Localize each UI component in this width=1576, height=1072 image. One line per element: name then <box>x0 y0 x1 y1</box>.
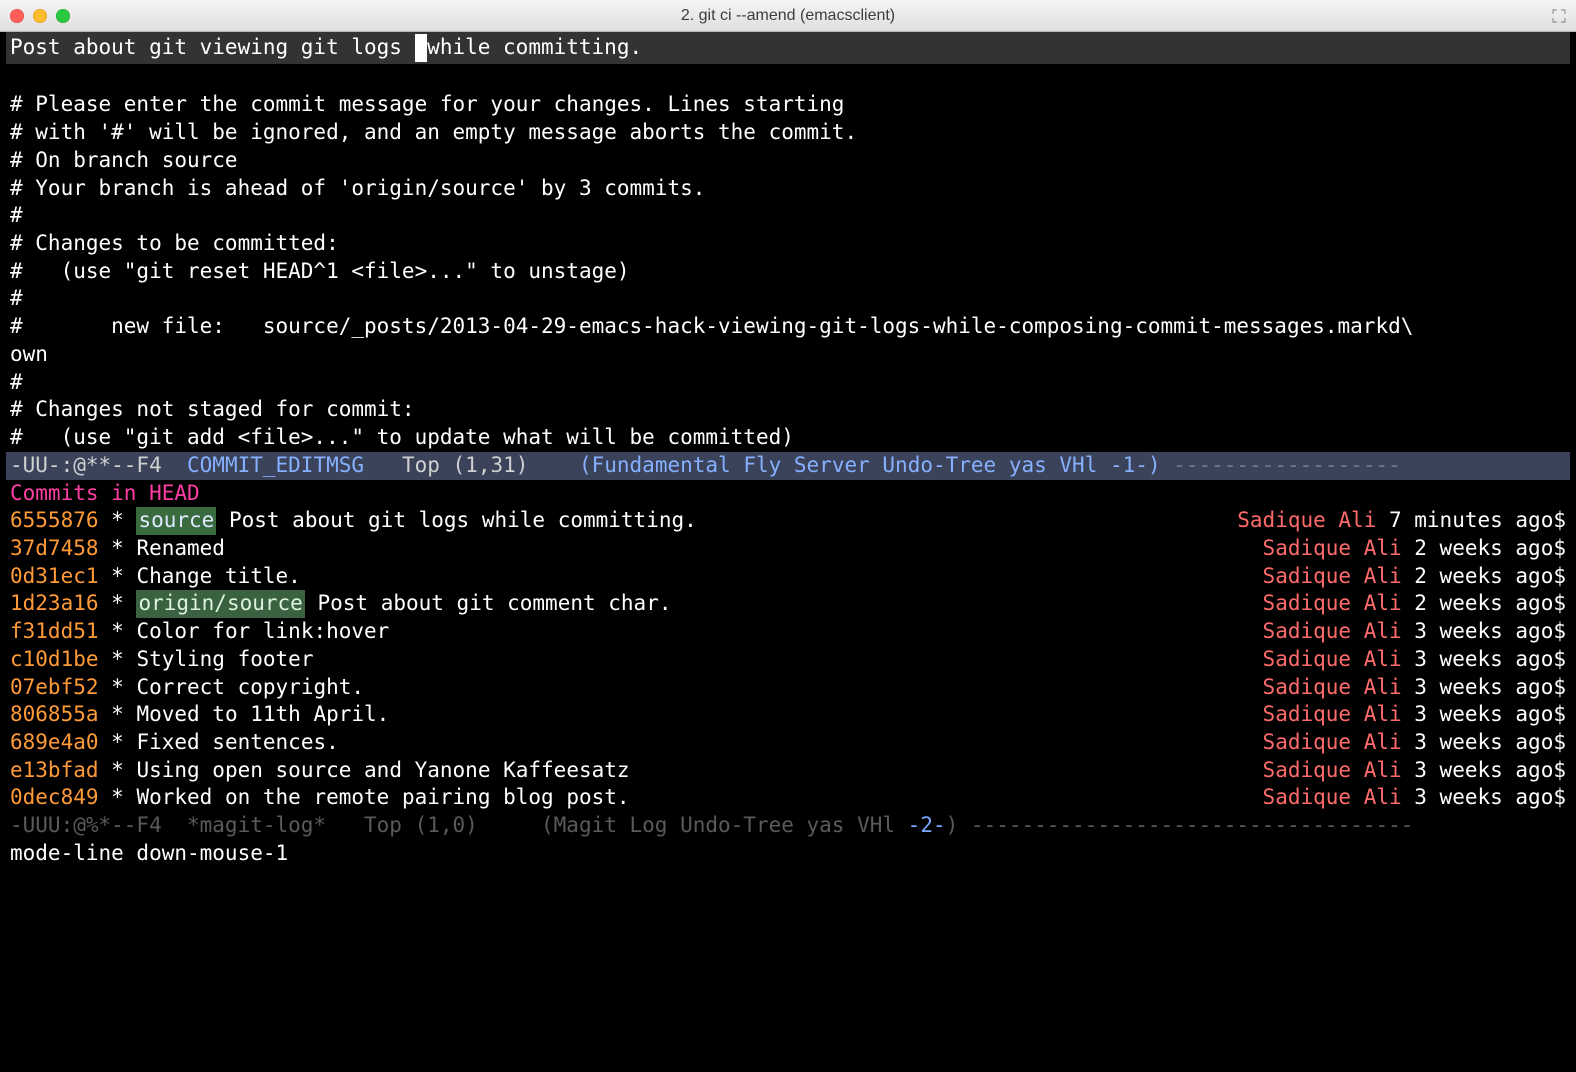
commit-age: 2 weeks ago$ <box>1402 590 1566 618</box>
commit-row[interactable]: f31dd51 * Color for link:hover Sadique Al… <box>6 618 1570 646</box>
commit-message: Fixed sentences. <box>136 729 338 757</box>
graph-marker: * <box>99 507 137 535</box>
commit-age: 7 minutes ago$ <box>1376 507 1566 535</box>
magit-log-list[interactable]: 6555876 * source Post about git logs whi… <box>6 507 1570 812</box>
commit-author: Sadique Ali <box>1263 701 1402 729</box>
ref-label: origin/source <box>136 590 304 618</box>
modeline-status: -UU-:@**--F4 <box>10 453 187 477</box>
commit-hash: 6555876 <box>10 507 99 535</box>
modeline-bottom-after: ) <box>946 813 971 837</box>
window-title: 2. git ci --amend (emacsclient) <box>0 5 1576 26</box>
echo-area: mode-line down-mouse-1 <box>6 840 1570 868</box>
commit-author: Sadique Ali <box>1263 757 1402 785</box>
fullscreen-icon[interactable] <box>1550 7 1568 25</box>
text-cursor <box>415 34 428 62</box>
commit-author: Sadique Ali <box>1263 618 1402 646</box>
commit-row[interactable]: 806855a * Moved to 11th April. Sadique Al… <box>6 701 1570 729</box>
modeline-bottom-num: -2- <box>908 813 946 837</box>
graph-marker: * <box>99 563 137 591</box>
commit-age: 3 weeks ago$ <box>1402 784 1566 812</box>
commit-age: 3 weeks ago$ <box>1402 729 1566 757</box>
graph-marker: * <box>99 784 137 812</box>
commit-age: 3 weeks ago$ <box>1402 646 1566 674</box>
modeline-top[interactable]: -UU-:@**--F4 COMMIT_EDITMSG Top (1,31) (… <box>6 452 1570 480</box>
commit-author: Sadique Ali <box>1263 535 1402 563</box>
commit-hash: 0d31ec1 <box>10 563 99 591</box>
commit-age: 2 weeks ago$ <box>1402 535 1566 563</box>
commit-message: Styling footer <box>136 646 313 674</box>
commit-hash: 0dec849 <box>10 784 99 812</box>
commit-hash: e13bfad <box>10 757 99 785</box>
commit-hash: 07ebf52 <box>10 674 99 702</box>
window-titlebar: 2. git ci --amend (emacsclient) <box>0 0 1576 32</box>
modeline-bottom-fill: ----------------------------------- <box>971 813 1414 837</box>
ref-label: source <box>136 507 216 535</box>
modeline-bottom-left: -UUU:@%*--F4 *magit-log* Top (1,0) (Magi… <box>10 813 908 837</box>
commit-age: 3 weeks ago$ <box>1402 757 1566 785</box>
commit-row[interactable]: 0dec849 * Worked on the remote pairing b… <box>6 784 1570 812</box>
commit-message: Color for link:hover <box>136 618 389 646</box>
close-icon[interactable] <box>10 9 24 23</box>
graph-marker: * <box>99 535 137 563</box>
commit-age: 3 weeks ago$ <box>1402 618 1566 646</box>
commit-message-line[interactable]: Post about git viewing git logs while co… <box>6 32 1570 64</box>
graph-marker: * <box>99 646 137 674</box>
commit-message: Using open source and Yanone Kaffeesatz <box>136 757 629 785</box>
commit-hash: f31dd51 <box>10 618 99 646</box>
commit-hash: 1d23a16 <box>10 590 99 618</box>
commit-author: Sadique Ali <box>1263 646 1402 674</box>
modeline-bottom[interactable]: -UUU:@%*--F4 *magit-log* Top (1,0) (Magi… <box>6 812 1570 840</box>
graph-marker: * <box>99 701 137 729</box>
modeline-modes: (Fundamental Fly Server Undo-Tree yas VH… <box>579 453 1161 477</box>
commit-row[interactable]: 6555876 * source Post about git logs whi… <box>6 507 1570 535</box>
zoom-icon[interactable] <box>56 9 70 23</box>
graph-marker: * <box>99 590 137 618</box>
commit-age: 2 weeks ago$ <box>1402 563 1566 591</box>
traffic-lights <box>10 9 70 23</box>
commit-row[interactable]: 689e4a0 * Fixed sentences. Sadique Ali 3 … <box>6 729 1570 757</box>
commit-message: Change title. <box>136 563 300 591</box>
commit-message: Post about git logs while committing. <box>229 507 697 535</box>
commit-author: Sadique Ali <box>1263 674 1402 702</box>
commit-author: Sadique Ali <box>1263 729 1402 757</box>
commit-message: Correct copyright. <box>136 674 364 702</box>
graph-marker: * <box>99 757 137 785</box>
commit-hash: 806855a <box>10 701 99 729</box>
graph-marker: * <box>99 674 137 702</box>
commit-message: Post about git comment char. <box>317 590 671 618</box>
commit-row[interactable]: 1d23a16 * origin/source Post about git c… <box>6 590 1570 618</box>
commit-row[interactable]: 37d7458 * Renamed Sadique Ali 2 weeks ago… <box>6 535 1570 563</box>
commit-message-after-cursor: while committing. <box>427 35 642 59</box>
commit-message-before-cursor: Post about git viewing git logs <box>10 35 415 59</box>
commit-age: 3 weeks ago$ <box>1402 674 1566 702</box>
commit-row[interactable]: e13bfad * Using open source and Yanone K… <box>6 757 1570 785</box>
commit-message: Renamed <box>136 535 225 563</box>
commit-author: Sadique Ali <box>1263 784 1402 812</box>
magit-log-header: Commits in HEAD <box>6 480 1570 508</box>
commit-age: 3 weeks ago$ <box>1402 701 1566 729</box>
commit-row[interactable]: c10d1be * Styling footer Sadique Ali 3 we… <box>6 646 1570 674</box>
modeline-position: Top (1,31) <box>364 453 579 477</box>
commit-row[interactable]: 0d31ec1 * Change title. Sadique Ali 2 wee… <box>6 563 1570 591</box>
commit-message: Moved to 11th April. <box>136 701 389 729</box>
commit-author: Sadique Ali <box>1263 590 1402 618</box>
graph-marker: * <box>99 618 137 646</box>
commit-hash: c10d1be <box>10 646 99 674</box>
commit-hash: 37d7458 <box>10 535 99 563</box>
modeline-buffer-name: COMMIT_EDITMSG <box>187 453 364 477</box>
commit-author: Sadique Ali <box>1237 507 1376 535</box>
minimize-icon[interactable] <box>33 9 47 23</box>
commit-author: Sadique Ali <box>1263 563 1402 591</box>
modeline-fill: ------------------ <box>1161 453 1401 477</box>
commit-row[interactable]: 07ebf52 * Correct copyright.Sadique Ali … <box>6 674 1570 702</box>
graph-marker: * <box>99 729 137 757</box>
commit-message: Worked on the remote pairing blog post. <box>136 784 629 812</box>
commit-template-body[interactable]: # Please enter the commit message for yo… <box>6 64 1570 452</box>
emacs-frame: Post about git viewing git logs while co… <box>0 32 1576 1072</box>
commit-hash: 689e4a0 <box>10 729 99 757</box>
